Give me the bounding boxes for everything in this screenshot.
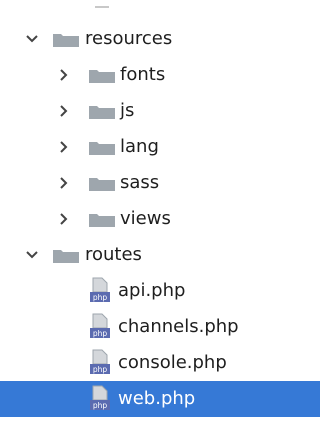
folder-icon xyxy=(89,69,115,83)
tree-item-routes[interactable]: routes xyxy=(0,237,320,273)
tree-item-label: sass xyxy=(120,172,160,193)
tree-item-label: api.php xyxy=(118,280,186,301)
tree-item-label: views xyxy=(120,208,171,229)
php-file-icon: php xyxy=(90,313,110,339)
folder-icon xyxy=(53,33,79,47)
folder-icon xyxy=(53,249,79,263)
tree-item-label: routes xyxy=(85,244,142,265)
tree-item-label: fonts xyxy=(120,64,166,85)
tree-item-lang[interactable]: lang xyxy=(0,129,320,165)
chevron-right-icon[interactable] xyxy=(53,209,73,229)
chevron-right-icon[interactable] xyxy=(53,65,73,85)
folder-icon xyxy=(89,141,115,155)
tree-item-views[interactable]: views xyxy=(0,201,320,237)
tree-item-channels-php[interactable]: php channels.php xyxy=(0,309,320,345)
svg-text:php: php xyxy=(93,293,108,302)
tree-item-console-php[interactable]: php console.php xyxy=(0,345,320,381)
php-file-icon: php xyxy=(90,349,110,375)
tree-item-sass[interactable]: sass xyxy=(0,165,320,201)
tree-item-label: channels.php xyxy=(118,316,239,337)
folder-icon xyxy=(89,177,115,191)
tree-item-label: resources xyxy=(85,28,173,49)
chevron-right-icon[interactable] xyxy=(53,101,73,121)
scrolled-item-stub xyxy=(95,6,109,8)
tree-item-resources[interactable]: resources xyxy=(0,21,320,57)
svg-text:php: php xyxy=(93,329,108,338)
chevron-down-icon[interactable] xyxy=(22,29,42,49)
chevron-down-icon[interactable] xyxy=(22,245,42,265)
tree-item-label: lang xyxy=(120,136,159,157)
tree-item-js[interactable]: js xyxy=(0,93,320,129)
folder-icon xyxy=(89,213,115,227)
tree-item-fonts[interactable]: fonts xyxy=(0,57,320,93)
php-file-icon: php xyxy=(90,385,110,411)
tree-item-label: js xyxy=(120,100,135,121)
chevron-right-icon[interactable] xyxy=(53,137,73,157)
svg-text:php: php xyxy=(93,401,108,410)
chevron-right-icon[interactable] xyxy=(53,173,73,193)
svg-text:php: php xyxy=(93,365,108,374)
project-file-tree: resources fonts js lang sass views route… xyxy=(0,21,320,417)
tree-item-web-php[interactable]: php web.php xyxy=(0,381,320,417)
php-file-icon: php xyxy=(90,277,110,303)
folder-icon xyxy=(89,105,115,119)
tree-item-label: console.php xyxy=(118,352,227,373)
tree-item-label: web.php xyxy=(118,388,196,409)
tree-item-api-php[interactable]: php api.php xyxy=(0,273,320,309)
